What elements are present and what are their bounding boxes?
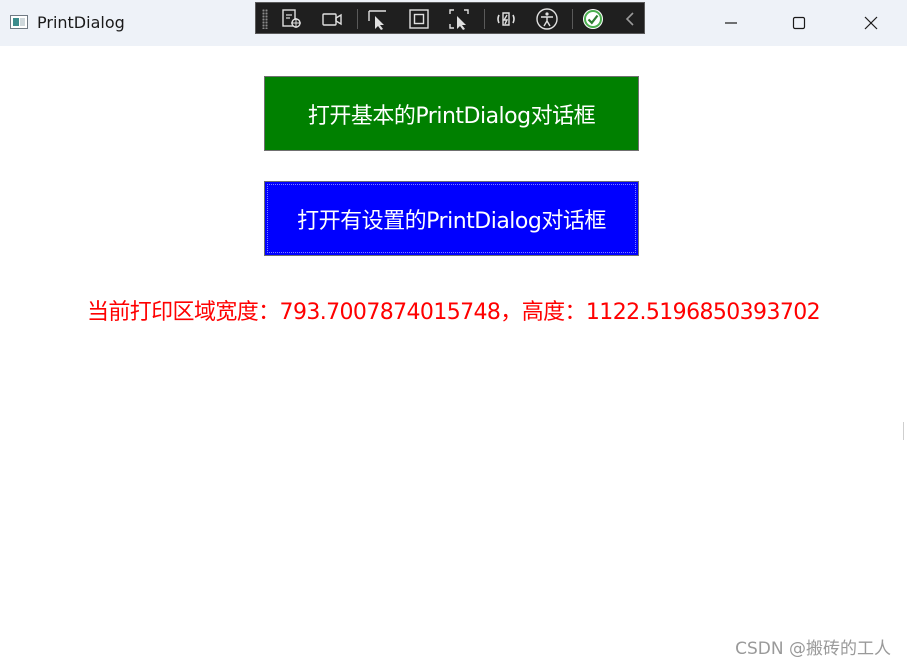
hot-reload-icon[interactable]	[494, 7, 518, 31]
accessibility-icon[interactable]	[535, 7, 559, 31]
open-basic-print-dialog-label: 打开基本的PrintDialog对话框	[307, 103, 596, 129]
close-icon	[864, 16, 878, 30]
csdn-watermark: CSDN @搬砖的工人	[735, 639, 891, 659]
window-title: PrintDialog	[37, 13, 125, 32]
open-basic-print-dialog-button[interactable]: 打开基本的PrintDialog对话框	[264, 76, 639, 151]
layout-adorner-icon[interactable]	[407, 7, 431, 31]
status-check-icon[interactable]	[581, 7, 605, 31]
maximize-icon	[792, 16, 806, 30]
toolbar-grip[interactable]	[262, 9, 268, 29]
open-configured-print-dialog-button[interactable]: 打开有设置的PrintDialog对话框	[264, 181, 639, 256]
pointer-select-icon[interactable]	[366, 7, 390, 31]
app-window-icon	[10, 15, 28, 29]
collapse-chevron-icon[interactable]	[618, 7, 642, 31]
window-edge-mark	[903, 422, 904, 440]
minimize-icon	[725, 22, 737, 24]
track-focus-icon[interactable]	[447, 7, 471, 31]
open-configured-print-dialog-label: 打开有设置的PrintDialog对话框	[297, 208, 606, 234]
close-button[interactable]	[836, 0, 906, 46]
select-element-icon[interactable]	[280, 7, 304, 31]
minimize-button[interactable]	[696, 0, 766, 46]
print-area-size-text: 当前打印区域宽度：793.7007874015748，高度：1122.51968…	[86, 300, 821, 325]
maximize-button[interactable]	[764, 0, 834, 46]
xaml-debug-toolbar	[255, 2, 645, 34]
video-record-icon[interactable]	[320, 7, 344, 31]
